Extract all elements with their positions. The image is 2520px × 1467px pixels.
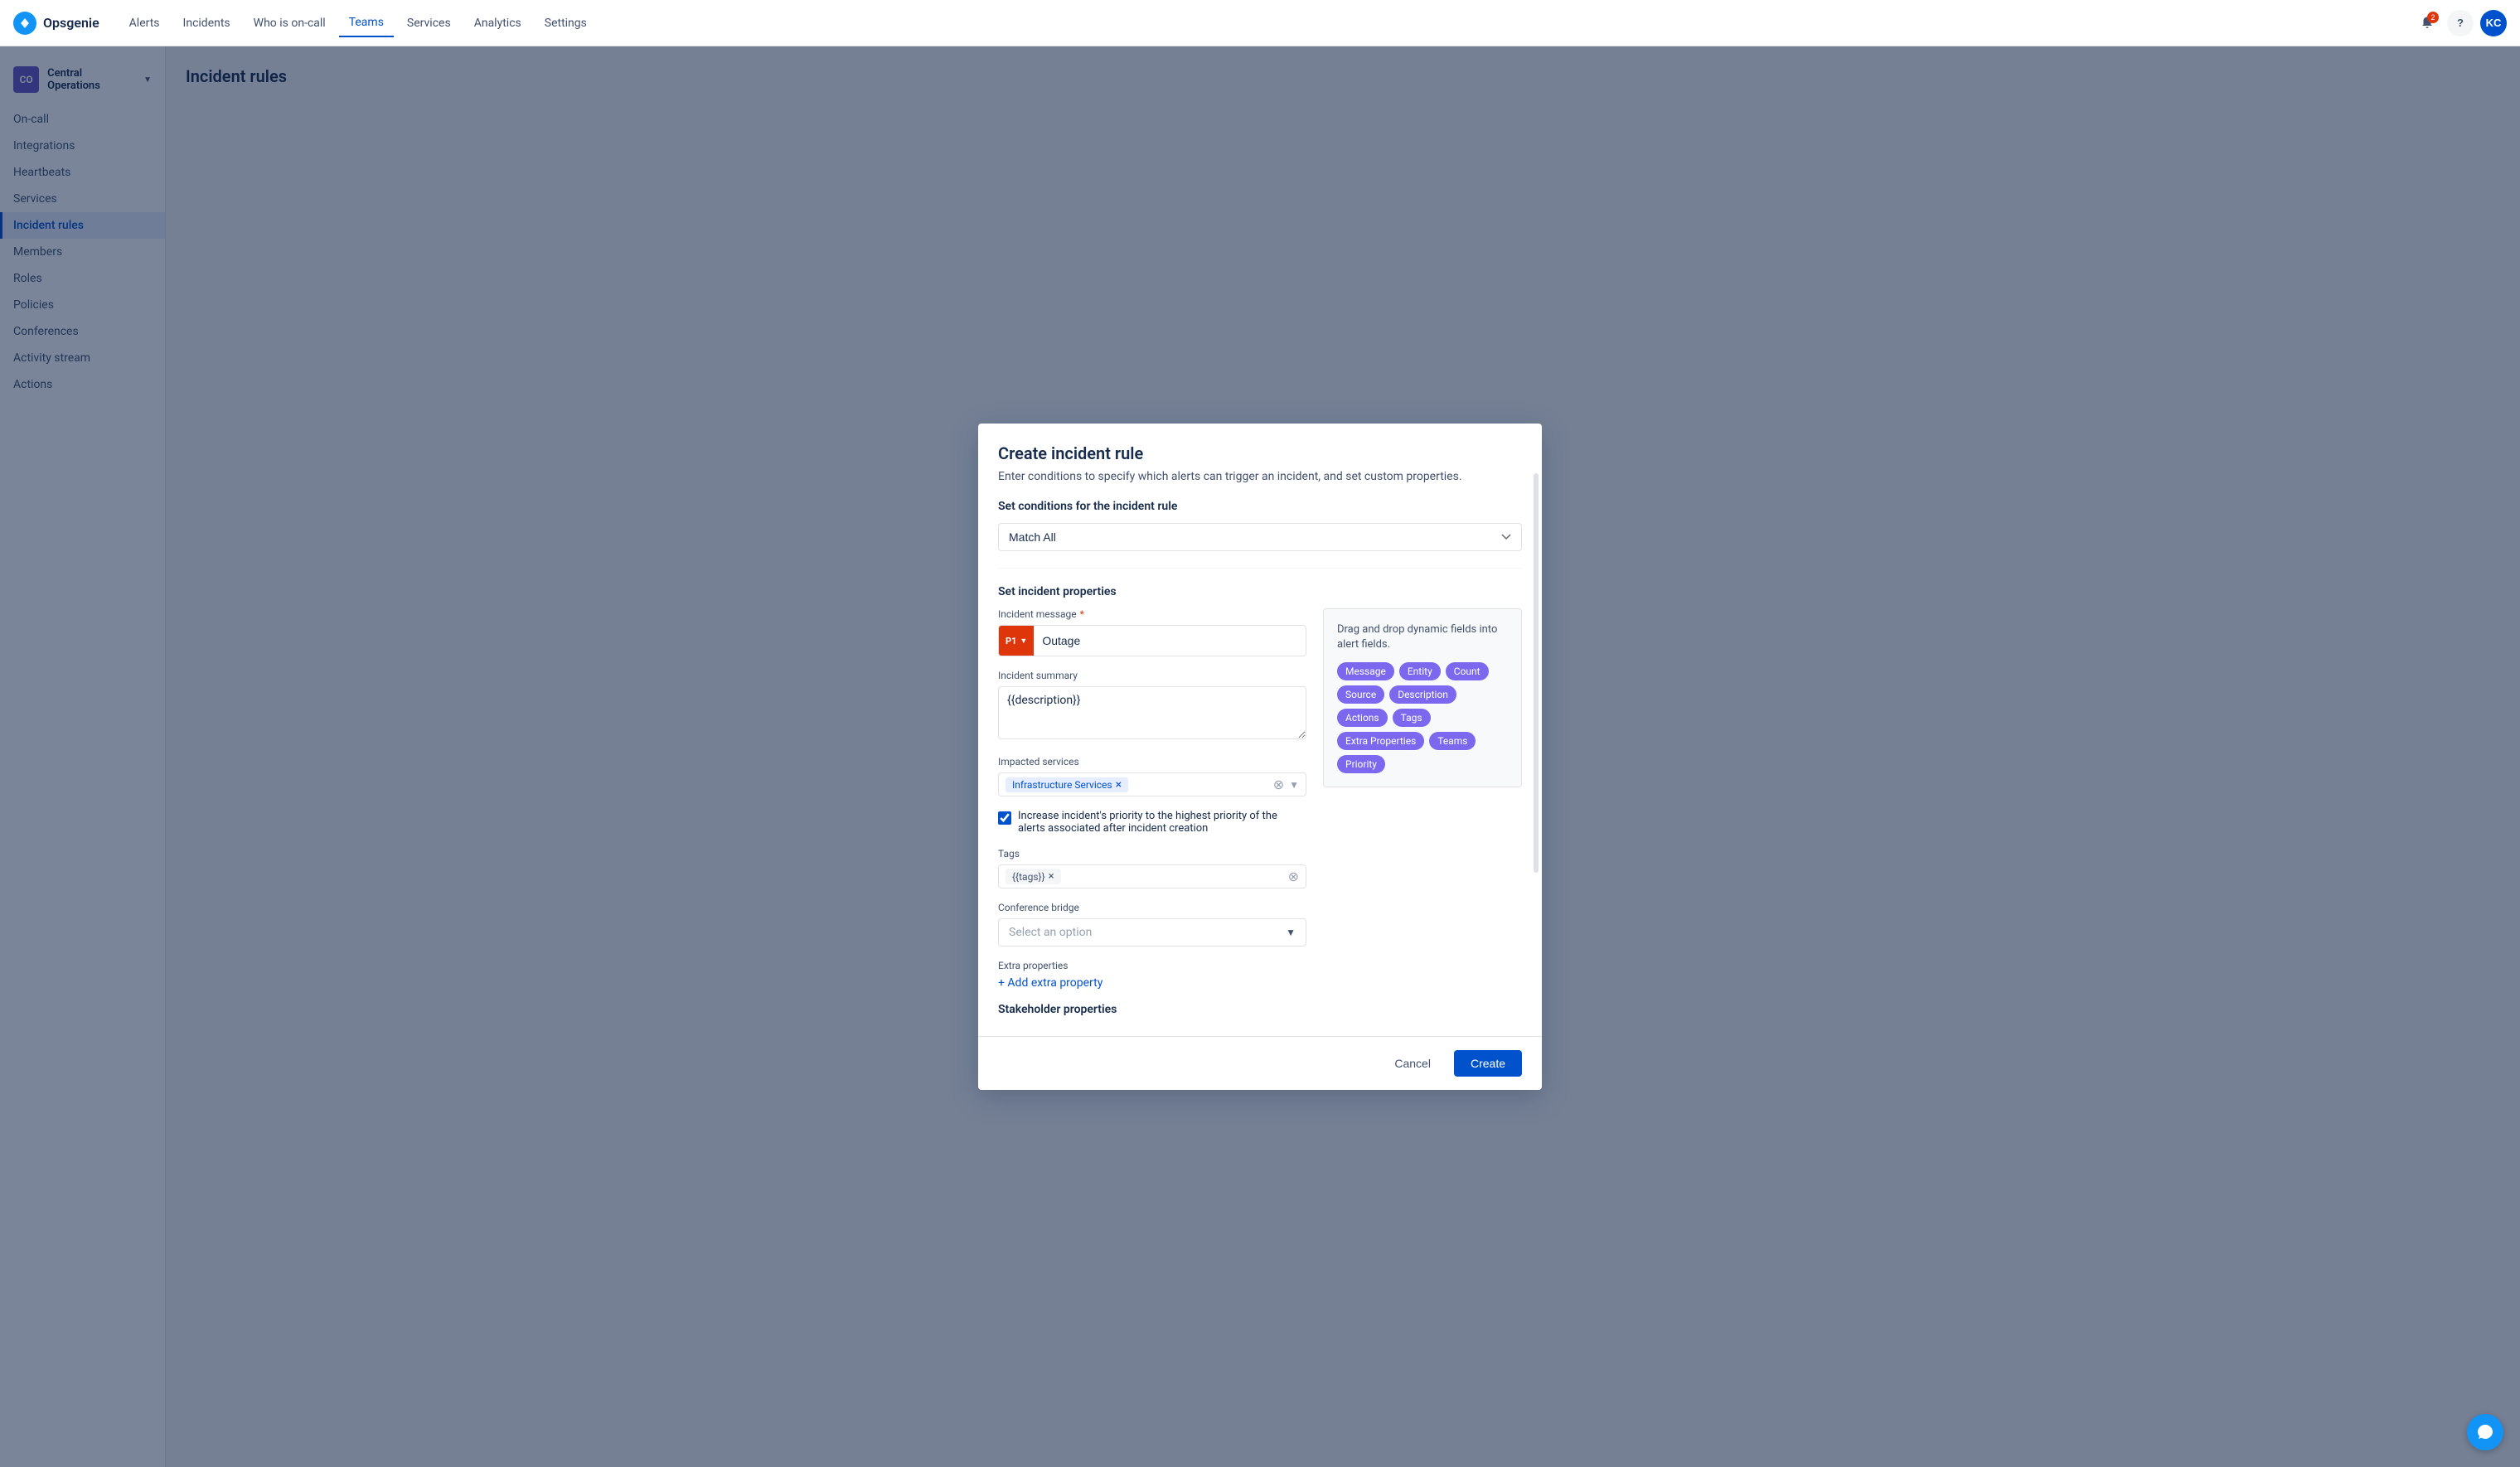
chip-teams[interactable]: Teams <box>1429 732 1476 750</box>
logo[interactable]: Opsgenie <box>13 12 99 35</box>
incident-summary-label: Incident summary <box>998 670 1306 681</box>
service-tag: Infrastructure Services × <box>1006 777 1128 792</box>
priority-chevron-icon: ▼ <box>1020 637 1027 646</box>
nav-who-is-on-call[interactable]: Who is on-call <box>244 10 336 36</box>
impacted-services-label: Impacted services <box>998 756 1306 767</box>
incident-message-label: Incident message * <box>998 608 1306 620</box>
notifications-button[interactable]: 2 <box>2414 10 2440 36</box>
priority-checkbox-label: Increase incident's priority to the high… <box>1018 810 1306 835</box>
conference-bridge-select[interactable]: Select an option ▼ <box>998 918 1306 947</box>
chip-message[interactable]: Message <box>1337 662 1394 680</box>
help-button[interactable]: ? <box>2447 10 2474 36</box>
services-dropdown-icon[interactable]: ▼ <box>1289 779 1299 791</box>
extra-properties-field: Extra properties + Add extra property <box>998 960 1306 990</box>
chip-source[interactable]: Source <box>1337 685 1384 704</box>
incident-message-row: P1 ▼ <box>998 625 1306 656</box>
chip-extra-properties[interactable]: Extra Properties <box>1337 732 1424 750</box>
nav-teams[interactable]: Teams <box>339 9 394 37</box>
incident-summary-textarea[interactable]: {{description}} <box>998 686 1306 739</box>
modal-title: Create incident rule <box>998 443 1522 463</box>
opsgenie-logo-icon <box>13 12 36 35</box>
match-all-select[interactable]: Match All Match Any <box>998 523 1522 551</box>
properties-section-title: Set incident properties <box>998 585 1522 598</box>
topnav: Opsgenie Alerts Incidents Who is on-call… <box>0 0 2520 46</box>
priority-checkbox-row: Increase incident's priority to the high… <box>998 810 1306 835</box>
modal-body: Set conditions for the incident rule Mat… <box>978 500 1542 1036</box>
required-indicator: * <box>1080 608 1084 620</box>
services-actions: ⊗ ▼ <box>1273 777 1299 792</box>
tags-label: Tags <box>998 848 1306 859</box>
chat-icon <box>2476 1423 2494 1441</box>
service-tag-remove-button[interactable]: × <box>1116 779 1122 791</box>
chat-button[interactable] <box>2467 1414 2503 1450</box>
priority-badge[interactable]: P1 ▼ <box>999 626 1034 656</box>
nav-analytics[interactable]: Analytics <box>464 10 531 36</box>
impacted-services-field: Impacted services Infrastructure Service… <box>998 756 1306 796</box>
chip-actions[interactable]: Actions <box>1337 709 1388 727</box>
dynamic-panel-description: Drag and drop dynamic fields into alert … <box>1337 622 1508 652</box>
dynamic-chips-container: Message Entity Count Source Description … <box>1337 662 1508 773</box>
incident-message-field: Incident message * P1 ▼ <box>998 608 1306 656</box>
conditions-section-title: Set conditions for the incident rule <box>998 500 1522 513</box>
incident-summary-field: Incident summary {{description}} <box>998 670 1306 743</box>
modal-scrollbar <box>1534 473 1539 873</box>
conference-bridge-label: Conference bridge <box>998 902 1306 913</box>
stakeholder-section-title: Stakeholder properties <box>998 1003 1306 1016</box>
chip-entity[interactable]: Entity <box>1399 662 1441 680</box>
modal-footer: Cancel Create <box>978 1036 1542 1090</box>
chip-description[interactable]: Description <box>1389 685 1456 704</box>
conference-placeholder: Select an option <box>1009 926 1286 939</box>
nav-settings[interactable]: Settings <box>535 10 597 36</box>
incident-properties-container: Incident message * P1 ▼ <box>998 608 1522 1016</box>
incident-form: Incident message * P1 ▼ <box>998 608 1306 1016</box>
topnav-links: Alerts Incidents Who is on-call Teams Se… <box>119 9 2414 37</box>
create-button[interactable]: Create <box>1454 1050 1522 1077</box>
add-extra-property-link[interactable]: + Add extra property <box>998 976 1306 990</box>
tag-remove-button[interactable]: × <box>1049 870 1054 883</box>
priority-checkbox[interactable] <box>998 811 1011 825</box>
modal-header: Create incident rule Enter conditions to… <box>978 424 1542 483</box>
conference-bridge-field: Conference bridge Select an option ▼ <box>998 902 1306 947</box>
nav-alerts[interactable]: Alerts <box>119 10 170 36</box>
services-clear-button[interactable]: ⊗ <box>1273 777 1284 792</box>
create-incident-rule-modal: Create incident rule Enter conditions to… <box>978 424 1542 1090</box>
tags-input-container[interactable]: {{tags}} × ⊗ <box>998 864 1306 888</box>
dynamic-fields-panel: Drag and drop dynamic fields into alert … <box>1323 608 1522 787</box>
services-input-container[interactable]: Infrastructure Services × ⊗ ▼ <box>998 772 1306 796</box>
tag-chip: {{tags}} × <box>1006 869 1061 884</box>
topnav-actions: 2 ? KC <box>2414 10 2507 36</box>
logo-text: Opsgenie <box>43 15 99 31</box>
user-avatar[interactable]: KC <box>2480 10 2507 36</box>
incident-message-input[interactable] <box>1034 627 1306 654</box>
chip-tags[interactable]: Tags <box>1393 709 1431 727</box>
tags-field: Tags {{tags}} × ⊗ <box>998 848 1306 888</box>
chip-priority[interactable]: Priority <box>1337 755 1385 773</box>
notification-badge: 2 <box>2427 12 2439 23</box>
modal-subtitle: Enter conditions to specify which alerts… <box>998 470 1522 483</box>
tags-clear-button[interactable]: ⊗ <box>1288 869 1299 884</box>
extra-properties-label: Extra properties <box>998 960 1306 971</box>
nav-incidents[interactable]: Incidents <box>173 10 240 36</box>
chip-count[interactable]: Count <box>1446 662 1489 680</box>
modal-overlay: Create incident rule Enter conditions to… <box>0 46 2520 1467</box>
nav-services[interactable]: Services <box>397 10 461 36</box>
section-divider <box>998 568 1522 569</box>
conference-chevron-icon: ▼ <box>1286 927 1296 938</box>
cancel-button[interactable]: Cancel <box>1381 1050 1444 1077</box>
